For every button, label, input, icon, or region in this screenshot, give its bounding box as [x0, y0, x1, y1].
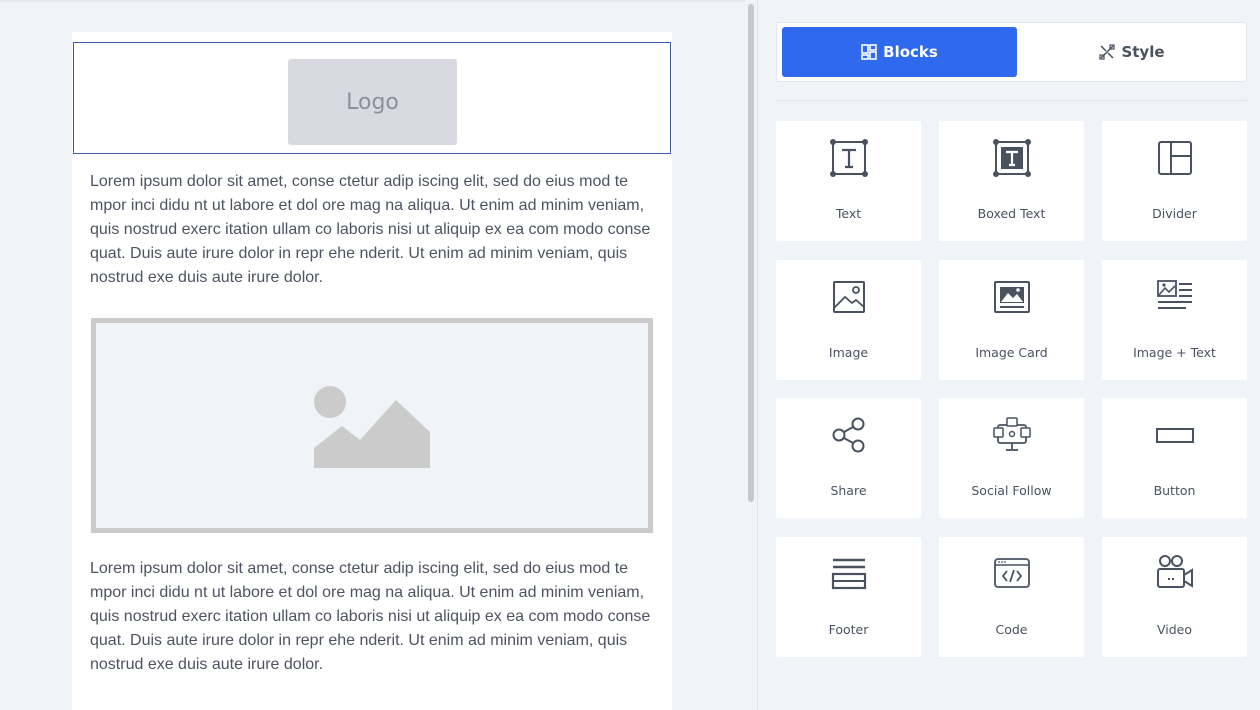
block-social-follow-label: Social Follow	[971, 483, 1052, 498]
divider-icon	[1157, 141, 1192, 175]
image-icon	[832, 281, 865, 313]
panel-tabs: Blocks Style	[776, 22, 1247, 82]
email-body: Logo Lorem ipsum dolor sit amet, conse c…	[72, 32, 672, 710]
block-boxed-text[interactable]: Boxed Text	[939, 121, 1084, 241]
block-image-label: Image	[828, 345, 869, 360]
panel-separator	[776, 100, 1247, 101]
block-image-text[interactable]: Image + Text	[1102, 260, 1247, 380]
canvas-scrollbar-thumb[interactable]	[748, 4, 754, 502]
block-footer[interactable]: Footer	[776, 537, 921, 657]
block-text-label: Text	[835, 206, 862, 221]
style-icon	[1099, 44, 1116, 60]
tab-blocks[interactable]: Blocks	[782, 27, 1017, 77]
social-follow-icon	[992, 417, 1031, 451]
block-social-follow[interactable]: Social Follow	[939, 398, 1084, 518]
text-block-2[interactable]: Lorem ipsum dolor sit amet, conse ctetur…	[90, 557, 656, 677]
boxed-text-icon	[992, 139, 1031, 177]
block-image[interactable]: Image	[776, 260, 921, 380]
block-share-label: Share	[830, 483, 867, 498]
tab-blocks-label: Blocks	[883, 43, 938, 61]
footer-icon	[831, 558, 866, 590]
logo-block-selected[interactable]: Logo	[73, 42, 671, 154]
block-text[interactable]: Text	[776, 121, 921, 241]
tab-style-label: Style	[1121, 43, 1165, 61]
block-video[interactable]: Video	[1102, 537, 1247, 657]
block-divider[interactable]: Divider	[1102, 121, 1247, 241]
blocks-icon	[861, 44, 877, 60]
block-button-label: Button	[1153, 483, 1196, 498]
block-video-label: Video	[1156, 622, 1193, 637]
block-divider-label: Divider	[1152, 206, 1197, 221]
text-block-1[interactable]: Lorem ipsum dolor sit amet, conse ctetur…	[90, 170, 656, 290]
video-icon	[1156, 555, 1193, 588]
block-image-card-label: Image Card	[975, 345, 1048, 360]
block-share[interactable]: Share	[776, 398, 921, 518]
logo-placeholder[interactable]: Logo	[288, 59, 457, 145]
block-image-text-label: Image + Text	[1133, 345, 1216, 360]
block-boxed-text-label: Boxed Text	[977, 206, 1046, 221]
block-image-card[interactable]: Image Card	[939, 260, 1084, 380]
image-text-icon	[1156, 280, 1192, 309]
blocks-panel: Blocks Style Text Boxed Text Divider Ima…	[758, 0, 1260, 710]
block-code[interactable]: Code	[939, 537, 1084, 657]
share-icon	[832, 417, 864, 453]
canvas-top-edge	[0, 0, 745, 2]
code-icon	[993, 558, 1030, 588]
button-icon	[1155, 428, 1194, 443]
tab-style[interactable]: Style	[1017, 27, 1247, 77]
image-placeholder-icon	[314, 386, 430, 468]
block-button[interactable]: Button	[1102, 398, 1247, 518]
block-code-label: Code	[995, 622, 1028, 637]
text-icon	[829, 139, 868, 177]
image-card-icon	[993, 281, 1030, 313]
block-footer-label: Footer	[828, 622, 869, 637]
image-placeholder-block[interactable]	[91, 318, 653, 533]
email-canvas: Logo Lorem ipsum dolor sit amet, conse c…	[0, 0, 745, 710]
